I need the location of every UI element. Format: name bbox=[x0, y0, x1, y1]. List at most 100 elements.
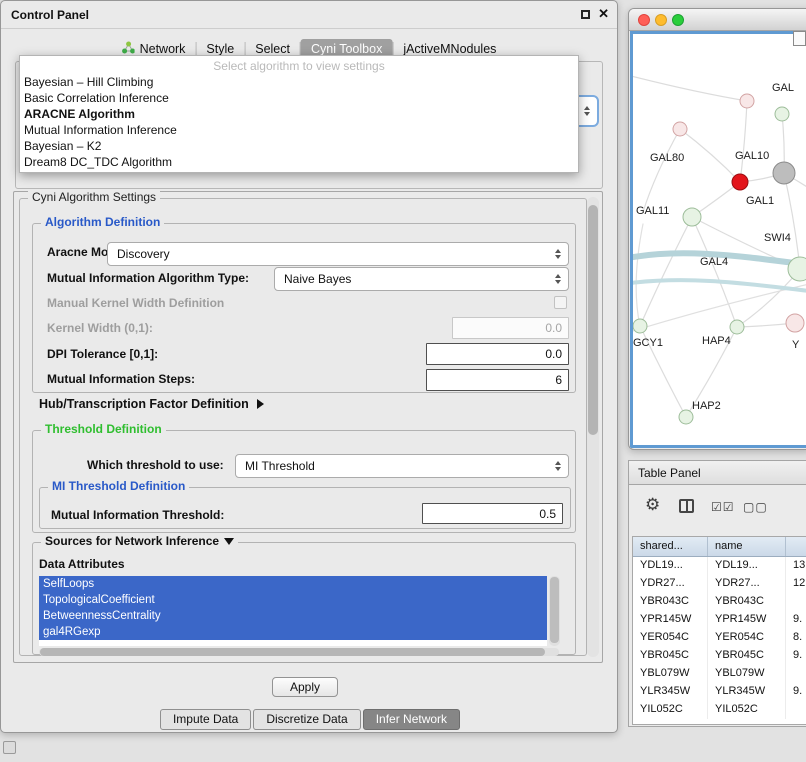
table-cell: YBR045C bbox=[708, 647, 786, 665]
column-header[interactable] bbox=[786, 537, 806, 556]
node-label: GAL11 bbox=[636, 205, 669, 217]
network-canvas[interactable]: GALGAL80GAL10GAL11GAL1SWI4GAL4GCY1HAP4HA… bbox=[630, 31, 806, 448]
select-all-icon[interactable]: ☑☑ bbox=[711, 500, 735, 514]
data-attributes-label: Data Attributes bbox=[39, 557, 125, 571]
algorithm-option-bayesian-k2[interactable]: Bayesian – K2 bbox=[20, 138, 578, 154]
network-node-red[interactable] bbox=[732, 174, 748, 190]
table-row[interactable]: YIL052CYIL052C bbox=[633, 701, 806, 719]
network-node-pink[interactable] bbox=[673, 122, 687, 136]
table-cell: 8. bbox=[786, 629, 806, 647]
control-panel-titlebar[interactable]: Control Panel ✕ bbox=[1, 1, 617, 29]
table-body: YDL19...YDL19...13YDR27...YDR27...12YBR0… bbox=[633, 557, 806, 719]
node-label: GCY1 bbox=[633, 337, 663, 349]
mi-threshold-definition-group: MI Threshold Definition Mutual Informati… bbox=[39, 487, 571, 529]
bottom-tab-impute-data[interactable]: Impute Data bbox=[160, 709, 251, 730]
network-edge bbox=[680, 129, 740, 182]
network-node-gray[interactable] bbox=[773, 162, 795, 184]
hub-definition-expander[interactable]: Hub/Transcription Factor Definition bbox=[39, 397, 264, 411]
deselect-all-icon[interactable]: ▢▢ bbox=[743, 500, 768, 514]
table-panel-titlebar[interactable]: Table Panel bbox=[628, 460, 806, 485]
algorithm-option-bayesian-hill-climbing[interactable]: Bayesian – Hill Climbing bbox=[20, 74, 578, 90]
list-horizontal-scrollbar[interactable] bbox=[39, 648, 559, 656]
data-attribute-item[interactable]: BetweennessCentrality bbox=[39, 608, 547, 624]
data-attribute-item[interactable]: TopologicalCoefficient bbox=[39, 592, 547, 608]
canvas-scrollbar-button[interactable] bbox=[793, 31, 806, 46]
close-traffic-light-icon[interactable] bbox=[638, 14, 650, 26]
cyni-algorithm-settings-group: Cyni Algorithm Settings Algorithm Defini… bbox=[19, 198, 587, 656]
algorithm-definition-group: Algorithm Definition Aracne Mode: Discov… bbox=[32, 223, 576, 393]
algorithm-option-mutual-information-inference[interactable]: Mutual Information Inference bbox=[20, 122, 578, 138]
dpi-tolerance-field[interactable]: 0.0 bbox=[426, 343, 569, 365]
network-node-green[interactable] bbox=[775, 107, 789, 121]
network-node-green[interactable] bbox=[683, 208, 701, 226]
network-window-titlebar[interactable] bbox=[629, 9, 806, 31]
table-row[interactable]: YBR045CYBR045C9. bbox=[633, 647, 806, 665]
settings-scrollbar[interactable] bbox=[587, 197, 599, 657]
scrollbar-thumb[interactable] bbox=[550, 577, 559, 643]
bottom-tab-infer-network[interactable]: Infer Network bbox=[363, 709, 460, 730]
data-attribute-item[interactable]: gal4RGexp bbox=[39, 624, 547, 640]
scrollbar-thumb[interactable] bbox=[588, 205, 598, 435]
network-node-pink[interactable] bbox=[786, 314, 804, 332]
settings-gear-icon[interactable]: ⚙ bbox=[645, 495, 661, 515]
table-row[interactable]: YPR145WYPR145W9. bbox=[633, 611, 806, 629]
table-cell: YPR145W bbox=[633, 611, 708, 629]
apply-button[interactable]: Apply bbox=[272, 677, 338, 697]
network-edge bbox=[692, 217, 737, 327]
column-header[interactable]: name bbox=[708, 537, 786, 556]
network-node-pink[interactable] bbox=[740, 94, 754, 108]
node-table: shared...name YDL19...YDL19...13YDR27...… bbox=[632, 536, 806, 725]
table-cell bbox=[786, 701, 806, 719]
which-threshold-combobox[interactable]: MI Threshold bbox=[235, 454, 569, 478]
panel-corner-icon[interactable] bbox=[3, 741, 16, 754]
minimize-traffic-light-icon[interactable] bbox=[655, 14, 667, 26]
mi-threshold-field[interactable]: 0.5 bbox=[422, 503, 563, 524]
float-window-icon[interactable] bbox=[581, 10, 590, 19]
mi-steps-field[interactable]: 6 bbox=[426, 369, 569, 391]
kernel-width-field: 0.0 bbox=[452, 317, 569, 339]
mi-threshold-label: Mutual Information Threshold: bbox=[51, 508, 224, 522]
algorithm-dropdown-popup: Select algorithm to view settings Bayesi… bbox=[19, 55, 579, 173]
network-node-green[interactable] bbox=[730, 320, 744, 334]
table-row[interactable]: YDL19...YDL19...13 bbox=[633, 557, 806, 575]
network-node-green[interactable] bbox=[633, 319, 647, 333]
sources-group: Sources for Network Inference Data Attri… bbox=[32, 542, 576, 655]
close-window-icon[interactable]: ✕ bbox=[598, 6, 609, 22]
algorithm-option-dream8-dc-tdc-algorithm[interactable]: Dream8 DC_TDC Algorithm bbox=[20, 154, 578, 170]
dpi-tolerance-label: DPI Tolerance [0,1]: bbox=[47, 347, 158, 361]
data-attributes-list[interactable]: SelfLoopsTopologicalCoefficientBetweenne… bbox=[39, 576, 547, 646]
control-panel-window: Control Panel ✕ NetworkStyleSelectCyni T… bbox=[0, 0, 618, 733]
network-node-green[interactable] bbox=[679, 410, 693, 424]
node-label: SWI4 bbox=[764, 232, 791, 244]
collapse-sources-icon bbox=[224, 538, 234, 545]
scrollbar-thumb[interactable] bbox=[40, 648, 545, 656]
expand-right-icon bbox=[257, 399, 264, 409]
algorithm-option-basic-correlation-inference[interactable]: Basic Correlation Inference bbox=[20, 90, 578, 106]
table-row[interactable]: YER054CYER054C8. bbox=[633, 629, 806, 647]
tab-label: jActiveMNodules bbox=[403, 42, 496, 56]
aracne-mode-combobox[interactable]: Discovery bbox=[107, 242, 569, 266]
table-cell: YBR043C bbox=[633, 593, 708, 611]
mi-steps-label: Mutual Information Steps: bbox=[47, 372, 195, 386]
mi-algorithm-type-value: Naive Bayes bbox=[284, 272, 351, 286]
combo-stepper-icon bbox=[584, 106, 590, 116]
threshold-definition-title: Threshold Definition bbox=[41, 422, 166, 436]
table-row[interactable]: YBL079WYBL079W bbox=[633, 665, 806, 683]
zoom-traffic-light-icon[interactable] bbox=[672, 14, 684, 26]
sources-title[interactable]: Sources for Network Inference bbox=[41, 534, 238, 548]
column-header[interactable]: shared... bbox=[633, 537, 708, 556]
mi-threshold-definition-title: MI Threshold Definition bbox=[48, 479, 189, 493]
mi-algorithm-type-combobox[interactable]: Naive Bayes bbox=[274, 267, 569, 291]
tab-label: Style bbox=[206, 42, 234, 56]
bottom-tab-discretize-data[interactable]: Discretize Data bbox=[253, 709, 360, 730]
columns-icon[interactable] bbox=[679, 499, 694, 513]
network-edge bbox=[643, 129, 680, 212]
table-row[interactable]: YBR043CYBR043C bbox=[633, 593, 806, 611]
list-vertical-scrollbar[interactable] bbox=[549, 576, 560, 646]
table-row[interactable]: YLR345WYLR345W9. bbox=[633, 683, 806, 701]
algorithm-option-aracne-algorithm[interactable]: ARACNE Algorithm bbox=[20, 106, 578, 122]
table-row[interactable]: YDR27...YDR27...12 bbox=[633, 575, 806, 593]
network-edge bbox=[784, 173, 800, 269]
data-attribute-item[interactable]: SelfLoops bbox=[39, 576, 547, 592]
tab-label: Select bbox=[255, 42, 290, 56]
